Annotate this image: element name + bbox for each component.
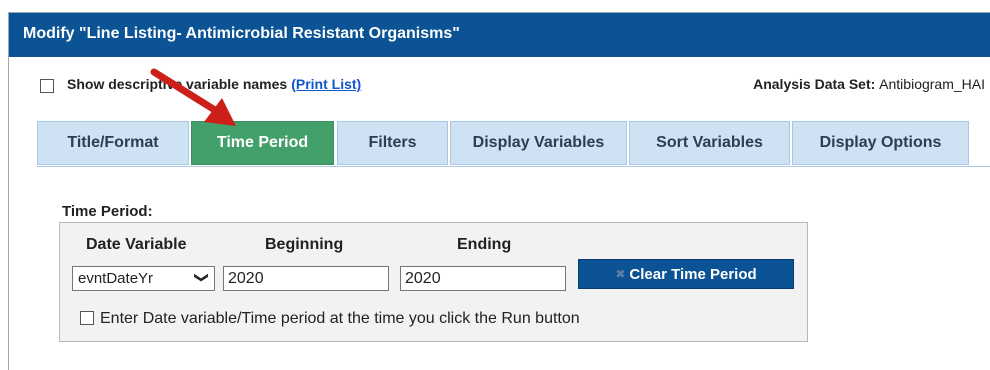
tab-filters[interactable]: Filters	[337, 121, 448, 165]
analysis-dataset-info: Analysis Data Set: Antibiogram_HAI	[753, 76, 985, 92]
ending-header: Ending	[457, 236, 512, 253]
print-list-link[interactable]: (Print List)	[291, 76, 361, 92]
red-arrow-annotation	[150, 68, 236, 126]
enter-at-run-label: Enter Date variable/Time period at the t…	[100, 310, 580, 327]
analysis-dataset-label: Analysis Data Set:	[753, 76, 876, 92]
enter-at-run-checkbox[interactable]	[80, 311, 94, 325]
tab-sort-variables[interactable]: Sort Variables	[629, 121, 790, 165]
date-variable-select[interactable]: evntDateYr ❯	[72, 266, 215, 291]
date-variable-header: Date Variable	[86, 236, 187, 253]
tab-display-variables[interactable]: Display Variables	[450, 121, 627, 165]
tab-display-options[interactable]: Display Options	[792, 121, 969, 165]
ending-input[interactable]: 2020	[400, 266, 566, 291]
date-variable-value: evntDateYr	[78, 270, 154, 287]
analysis-dataset-value: Antibiogram_HAI	[879, 76, 985, 92]
chevron-down-icon: ❯	[194, 271, 211, 284]
clear-icon: ✖	[615, 267, 626, 281]
beginning-input[interactable]: 2020	[223, 266, 389, 291]
time-period-panel: Date Variable Beginning Ending evntDateY…	[59, 222, 808, 342]
clear-time-period-label: Clear Time Period	[629, 265, 757, 283]
beginning-header: Beginning	[265, 236, 344, 253]
dialog-title: Modify "Line Listing- Antimicrobial Resi…	[23, 25, 460, 42]
dialog-title-bar: Modify "Line Listing- Antimicrobial Resi…	[9, 13, 990, 57]
time-period-heading: Time Period:	[62, 203, 153, 220]
run-time-option: Enter Date variable/Time period at the t…	[80, 309, 580, 328]
show-descriptive-names-checkbox[interactable]	[40, 79, 54, 93]
clear-time-period-button[interactable]: ✖ Clear Time Period	[578, 259, 794, 289]
